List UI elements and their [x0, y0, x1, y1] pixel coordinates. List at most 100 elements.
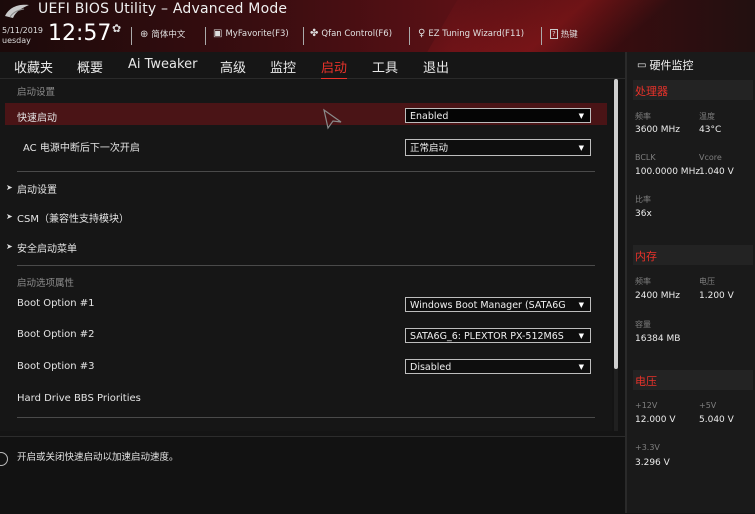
divider	[17, 171, 595, 172]
memory-capacity-label: 容量	[635, 320, 651, 329]
fast-boot-value: Enabled	[410, 111, 449, 122]
main-menu-tabs: 收藏夹 概要 Ai Tweaker 高级 监控 启动 工具 退出	[0, 52, 625, 80]
myfavorite-button[interactable]: ▣ MyFavorite(F3)	[213, 28, 289, 39]
ez-tuning-label: EZ Tuning Wizard(F11)	[428, 28, 525, 39]
help-description-bar	[0, 436, 625, 514]
clock-settings-gear-icon[interactable]: ✿	[112, 22, 121, 35]
v5-label: +5V	[699, 401, 717, 410]
language-label: 简体中文	[151, 30, 186, 40]
fast-boot-label: 快速启动	[17, 113, 57, 124]
tab-main[interactable]: 概要	[77, 57, 103, 76]
divider	[303, 27, 304, 45]
rog-logo-icon	[5, 4, 29, 18]
hotkeys-label: 热键	[560, 30, 578, 40]
boot-option-1-dropdown[interactable]: Windows Boot Manager (SATA6G ▼	[405, 297, 591, 312]
bclk-label: BCLK	[635, 153, 656, 162]
myfavorite-label: MyFavorite(F3)	[225, 28, 289, 39]
qfan-control-button[interactable]: ✤ Qfan Control(F6)	[310, 28, 392, 39]
dropdown-arrow-icon: ▼	[578, 332, 584, 340]
v33-label: +3.3V	[635, 443, 660, 452]
help-text: 开启或关闭快速启动以加速启动速度。	[17, 452, 179, 463]
expand-arrow-icon: ➤	[6, 212, 13, 221]
dropdown-arrow-icon: ▼	[578, 112, 584, 120]
boot-option-2-label: Boot Option #2	[17, 329, 95, 340]
boot-option-2-value: SATA6G_6: PLEXTOR PX-512M6S	[410, 331, 564, 342]
ac-power-label: AC 电源中断后下一次开启	[23, 143, 140, 154]
memory-volt-value: 1.200 V	[699, 291, 734, 301]
favorite-icon: ▣	[213, 28, 223, 39]
date-text: 5/11/2019	[2, 26, 44, 35]
clock: 12:57	[48, 21, 112, 46]
ac-power-dropdown[interactable]: 正常启动 ▼	[405, 139, 591, 156]
language-button[interactable]: ⊕ 简体中文	[140, 28, 186, 41]
hardware-monitor-title: ▭ 硬件监控	[637, 57, 693, 73]
v12-label: +12V	[635, 401, 658, 410]
mouse-cursor-icon	[323, 108, 342, 130]
boot-option-3-label: Boot Option #3	[17, 361, 95, 372]
day-text: uesday	[2, 36, 31, 45]
divider	[409, 27, 410, 45]
bclk-value: 100.0000 MHz	[635, 167, 701, 177]
boot-option-3-dropdown[interactable]: Disabled ▼	[405, 359, 591, 374]
divider	[17, 417, 595, 418]
fan-icon: ✤	[310, 28, 319, 39]
memory-volt-label: 电压	[699, 277, 715, 286]
memory-capacity-value: 16384 MB	[635, 334, 681, 344]
tab-boot[interactable]: 启动	[321, 57, 348, 80]
cpu-heading: 处理器	[635, 85, 668, 98]
tab-monitor[interactable]: 监控	[270, 57, 296, 76]
cpu-freq-label: 频率	[635, 112, 651, 121]
v33-value: 3.296 V	[635, 458, 670, 468]
tab-exit[interactable]: 退出	[423, 57, 449, 76]
fast-boot-dropdown[interactable]: Enabled ▼	[405, 108, 591, 123]
section-header-boot-priority: 启动选项属性	[17, 278, 75, 289]
tab-advanced[interactable]: 高级	[220, 57, 246, 76]
memory-freq-value: 2400 MHz	[635, 291, 681, 301]
boot-settings-panel: 启动设置 快速启动 Enabled ▼ AC 电源中断后下一次开启 正常启动 ▼…	[0, 79, 612, 431]
v12-value: 12.000 V	[635, 415, 676, 425]
submenu-secure-boot[interactable]: 安全启动菜单	[17, 240, 77, 255]
boot-option-1-label: Boot Option #1	[17, 298, 95, 309]
divider	[205, 27, 206, 45]
scrollbar-thumb[interactable]	[614, 79, 618, 369]
title-bar: UEFI BIOS Utility – Advanced Mode 5/11/2…	[0, 0, 755, 52]
boot-option-3-value: Disabled	[410, 362, 452, 373]
ez-tuning-wizard-button[interactable]: ♀ EZ Tuning Wizard(F11)	[418, 28, 524, 39]
divider	[131, 27, 132, 45]
help-key-icon: ?	[550, 29, 558, 39]
expand-arrow-icon: ➤	[6, 183, 13, 192]
bulb-icon: ♀	[418, 28, 426, 39]
vcore-label: Vcore	[699, 153, 722, 162]
date-display: 5/11/2019 uesday	[2, 26, 43, 46]
hotkeys-button[interactable]: ? 热键	[550, 28, 578, 40]
boot-option-2-dropdown[interactable]: SATA6G_6: PLEXTOR PX-512M6S ▼	[405, 328, 591, 343]
memory-freq-label: 频率	[635, 277, 651, 286]
memory-heading: 内存	[635, 250, 657, 263]
ac-power-value: 正常启动	[410, 143, 449, 154]
vcore-value: 1.040 V	[699, 167, 734, 177]
cpu-temp-label: 温度	[699, 112, 715, 121]
boot-option-1-value: Windows Boot Manager (SATA6G	[410, 300, 566, 311]
dropdown-arrow-icon: ▼	[578, 144, 584, 152]
voltage-heading: 电压	[635, 375, 657, 388]
dropdown-arrow-icon: ▼	[578, 301, 584, 309]
monitor-icon: ▭	[637, 59, 647, 71]
divider	[17, 265, 595, 266]
divider	[541, 27, 542, 45]
hard-drive-bbs-priorities[interactable]: Hard Drive BBS Priorities	[17, 393, 141, 404]
submenu-csm[interactable]: CSM（兼容性支持模块）	[17, 210, 129, 225]
cpu-freq-value: 3600 MHz	[635, 125, 681, 135]
ratio-label: 比率	[635, 195, 651, 204]
tab-favorites[interactable]: 收藏夹	[14, 57, 53, 76]
app-title: UEFI BIOS Utility – Advanced Mode	[38, 1, 288, 17]
v5-value: 5.040 V	[699, 415, 734, 425]
section-header-boot-config: 启动设置	[17, 87, 56, 98]
cpu-temp-value: 43°C	[699, 125, 722, 135]
tab-tool[interactable]: 工具	[372, 57, 398, 76]
hardware-monitor-label: 硬件监控	[649, 59, 694, 72]
ratio-value: 36x	[635, 209, 652, 219]
tab-ai-tweaker[interactable]: Ai Tweaker	[128, 57, 197, 72]
submenu-boot-config[interactable]: 启动设置	[17, 181, 57, 196]
qfan-label: Qfan Control(F6)	[321, 28, 393, 39]
globe-icon: ⊕	[140, 28, 149, 40]
